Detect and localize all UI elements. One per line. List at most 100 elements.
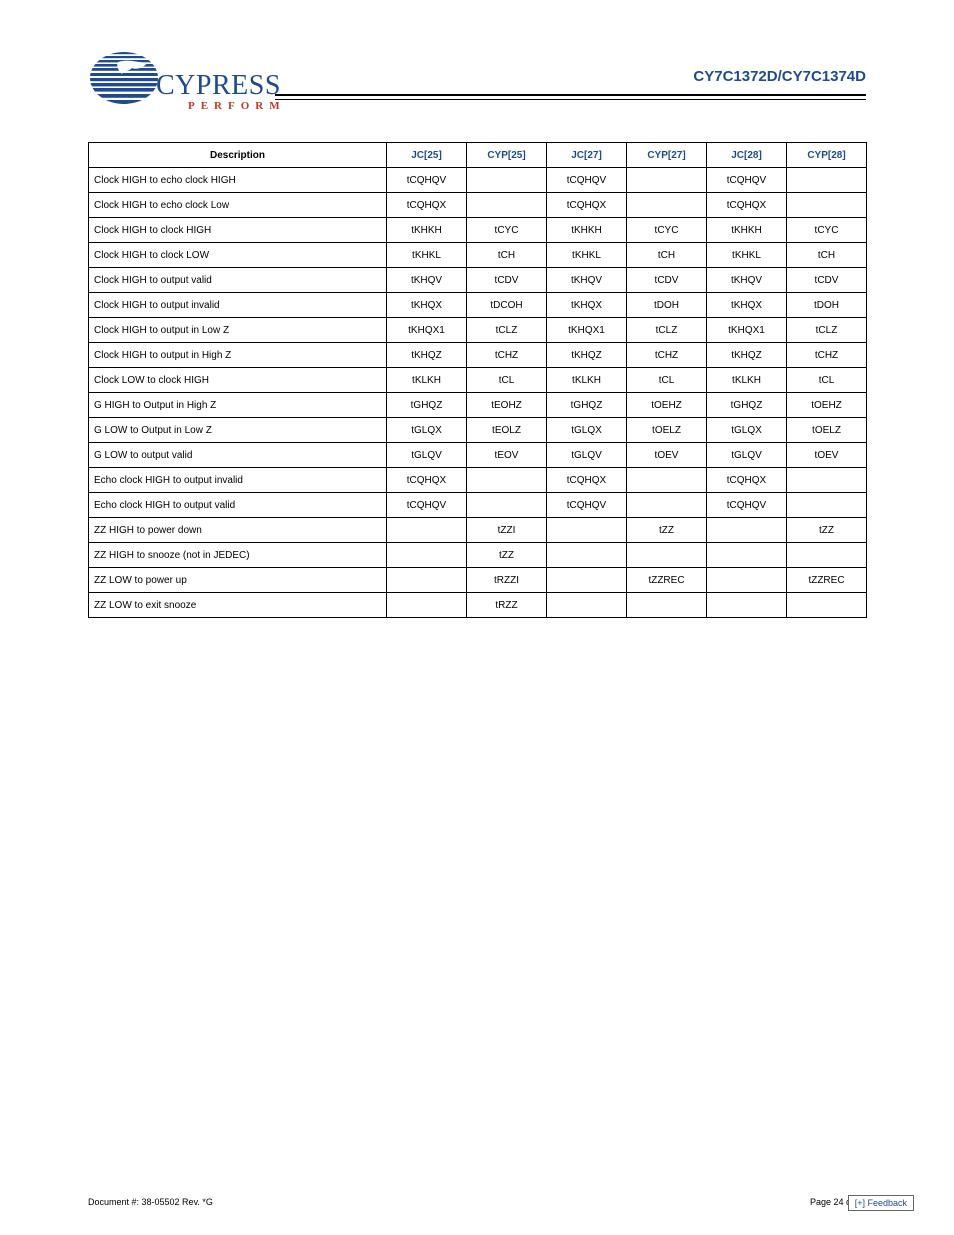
cell-value: tCHZ [467,343,547,368]
cell-description: ZZ LOW to power up [89,568,387,593]
cell-value: tZZ [787,518,867,543]
part-number[interactable]: CY7C1372D/CY7C1374D [693,68,866,85]
brand-tagline: PERFORM [188,100,286,112]
cell-value [547,518,627,543]
cell-value: tRZZ [467,593,547,618]
cell-value: tKHQV [547,268,627,293]
header-rule-thin [275,99,866,100]
table-row: Clock HIGH to output in Low ZtKHQX1tCLZt… [89,318,867,343]
cell-value [387,518,467,543]
cell-value: tKHQX1 [387,318,467,343]
cell-value: tCQHQX [387,193,467,218]
cell-description: Clock HIGH to output valid [89,268,387,293]
cell-value: tCQHQX [387,468,467,493]
cell-value: tRZZI [467,568,547,593]
cell-value [467,468,547,493]
cell-value: tCYC [627,218,707,243]
cell-value: tKHQX1 [547,318,627,343]
cell-value: tCDV [627,268,707,293]
cell-value: tKHQX1 [707,318,787,343]
cell-value: tZZREC [627,568,707,593]
cell-value: tKHQX [547,293,627,318]
cell-value [787,543,867,568]
page-footer: Document #: 38-05502 Rev. *G Page 24 of … [88,1197,866,1207]
cell-value: tKLKH [707,368,787,393]
cell-value: tEOLZ [467,418,547,443]
table-row: G LOW to Output in Low ZtGLQXtEOLZtGLQXt… [89,418,867,443]
cell-value [627,468,707,493]
cell-value: tCQHQX [707,468,787,493]
cell-value [707,543,787,568]
cell-value [467,493,547,518]
cell-value: tKHQV [387,268,467,293]
cell-value: tGLQV [547,443,627,468]
cell-value: tCDV [467,268,547,293]
cell-value: tGLQX [547,418,627,443]
th-jc25: JC[25] [387,143,467,168]
cell-value: tKHKH [547,218,627,243]
table-row: ZZ LOW to power uptRZZItZZRECtZZREC [89,568,867,593]
document-id: Document #: 38-05502 Rev. *G [88,1197,213,1207]
cell-value [627,593,707,618]
cell-value [467,193,547,218]
cell-value: tCHZ [627,343,707,368]
th-jc27: JC[27] [547,143,627,168]
cell-value: tKHQZ [707,343,787,368]
cell-description: ZZ HIGH to power down [89,518,387,543]
cell-value: tCHZ [787,343,867,368]
table-body: Clock HIGH to echo clock HIGHtCQHQVtCQHQ… [89,168,867,618]
table-row: Clock HIGH to clock HIGHtKHKHtCYCtKHKHtC… [89,218,867,243]
table-row: Clock HIGH to echo clock LowtCQHQXtCQHQX… [89,193,867,218]
header-rule-thick [275,94,866,96]
table-row: Echo clock HIGH to output invalidtCQHQXt… [89,468,867,493]
cell-value [627,493,707,518]
cell-description: G HIGH to Output in High Z [89,393,387,418]
cell-value: tCQHQX [547,468,627,493]
table-row: Clock HIGH to output validtKHQVtCDVtKHQV… [89,268,867,293]
cell-value [627,168,707,193]
table-row: Clock HIGH to output in High ZtKHQZtCHZt… [89,343,867,368]
feedback-link[interactable]: [+] Feedback [848,1195,914,1211]
cell-value [627,193,707,218]
cell-value: tCQHQX [707,193,787,218]
cell-value: tDOH [787,293,867,318]
cell-value: tCDV [787,268,867,293]
cell-value: tCYC [467,218,547,243]
cell-value: tEOV [467,443,547,468]
cell-value [707,568,787,593]
cell-value: tDCOH [467,293,547,318]
cell-value [707,518,787,543]
th-cyp27: CYP[27] [627,143,707,168]
cell-value: tCL [467,368,547,393]
cell-value [707,593,787,618]
cell-description: Echo clock HIGH to output valid [89,493,387,518]
th-jc28: JC[28] [707,143,787,168]
cell-value: tGHQZ [387,393,467,418]
cell-value: tCQHQV [707,493,787,518]
cell-description: Clock HIGH to output in High Z [89,343,387,368]
cell-value [787,168,867,193]
cell-value: tEOHZ [467,393,547,418]
cell-value: tCL [787,368,867,393]
cell-value: tGLQX [707,418,787,443]
table-row: ZZ LOW to exit snoozetRZZ [89,593,867,618]
table-row: Clock LOW to clock HIGHtKLKHtCLtKLKHtCLt… [89,368,867,393]
cell-value: tKLKH [387,368,467,393]
brand-name: CYPRESS [156,70,281,102]
cell-description: Clock HIGH to echo clock HIGH [89,168,387,193]
cell-value [387,593,467,618]
cell-description: Clock HIGH to output invalid [89,293,387,318]
cell-value: tOEHZ [627,393,707,418]
table-row: G HIGH to Output in High ZtGHQZtEOHZtGHQ… [89,393,867,418]
cell-value [787,468,867,493]
cell-value: tCQHQV [707,168,787,193]
cell-value: tCQHQV [387,493,467,518]
cell-value: tKLKH [547,368,627,393]
table-row: Clock HIGH to echo clock HIGHtCQHQVtCQHQ… [89,168,867,193]
th-cyp28: CYP[28] [787,143,867,168]
cell-value: tCL [627,368,707,393]
cell-value [787,593,867,618]
cell-value [547,543,627,568]
cell-value: tKHKL [707,243,787,268]
cell-value: tCH [467,243,547,268]
